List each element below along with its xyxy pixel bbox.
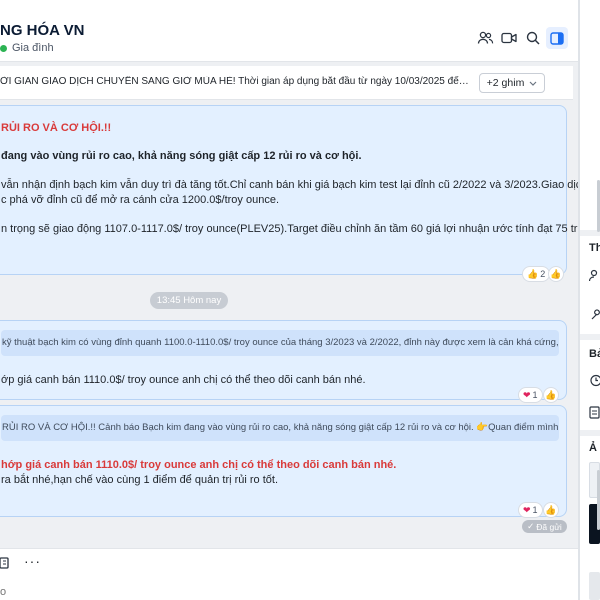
- link-icon[interactable]: [589, 309, 600, 322]
- message-input[interactable]: [0, 585, 540, 599]
- sent-status-label: Đã gửi: [536, 521, 562, 532]
- time-separator: 13:45 Hôm nay: [150, 292, 228, 309]
- thumbs-up-emoji-icon: 👍: [527, 268, 539, 279]
- reaction-summary[interactable]: ❤ 1: [518, 502, 543, 518]
- check-icon: ✓: [527, 521, 535, 531]
- quoted-message[interactable]: RỦI RO VÀ CƠ HỘI.!! Cảnh báo Bạch kim đa…: [1, 415, 559, 441]
- quoted-message[interactable]: kỹ thuật bạch kim có vùng đỉnh quanh 110…: [1, 330, 559, 356]
- panel-section-separator: [580, 430, 600, 436]
- sent-status-badge: ✓ Đã gửi: [522, 520, 567, 533]
- pinned-message-text[interactable]: ỜI GIAN GIAO DỊCH CHUYỂN SANG GIỜ MÙA HÈ…: [0, 76, 470, 87]
- reaction-count: 1: [532, 505, 538, 515]
- message-bold-line: đang vào vùng rủi ro cao, khả năng sóng …: [1, 150, 362, 162]
- message-bubble[interactable]: kỹ thuật bạch kim có vùng đỉnh quanh 110…: [0, 320, 567, 403]
- more-options-button[interactable]: ···: [24, 553, 41, 569]
- more-pins-label: +2 ghim: [486, 77, 525, 89]
- video-call-icon[interactable]: [500, 29, 518, 47]
- clock-icon[interactable]: [589, 374, 600, 387]
- more-pins-button[interactable]: +2 ghim: [479, 73, 545, 93]
- online-status-dot: [0, 44, 7, 52]
- panel-section-separator: [580, 334, 600, 340]
- chat-header: NG HÓA VN Gia đình: [0, 0, 578, 62]
- reaction-count: 1: [532, 390, 538, 400]
- heart-emoji-icon: ❤: [523, 504, 531, 515]
- message-text-line: c phá vỡ đỉnh cũ để mở ra cánh cửa 1200.…: [1, 194, 280, 206]
- conversation-title[interactable]: NG HÓA VN: [0, 22, 84, 39]
- heart-emoji-icon: ❤: [523, 389, 531, 400]
- message-text-line: n trọng sẽ giao động 1107.0-1117.0$/ tro…: [1, 223, 600, 235]
- chevron-down-icon: [529, 81, 537, 86]
- group-icon[interactable]: [476, 29, 494, 47]
- note-icon[interactable]: [589, 406, 600, 419]
- thumbs-up-icon: 👍: [545, 389, 557, 400]
- message-text-line: ớp giá canh bán 1110.0$/ troy ounce anh …: [1, 374, 366, 386]
- pinned-message-bar[interactable]: ỜI GIAN GIAO DỊCH CHUYỂN SANG GIỜ MÙA HÈ…: [0, 66, 573, 100]
- message-bubble[interactable]: RỦI RO VÀ CƠ HỘI.!! đang vào vùng rủi ro…: [0, 105, 600, 282]
- add-reaction-button[interactable]: 👍: [543, 387, 559, 403]
- panel-section-heading[interactable]: Th: [589, 242, 600, 254]
- reaction-count: 2: [540, 269, 546, 279]
- message-highlight-line: hớp giá canh bán 1110.0$/ troy ounce anh…: [1, 459, 397, 471]
- members-icon[interactable]: [589, 269, 600, 282]
- reaction-summary[interactable]: 👍 2: [522, 266, 551, 282]
- add-reaction-button[interactable]: 👍: [548, 266, 564, 282]
- search-icon[interactable]: [524, 29, 542, 47]
- reaction-summary[interactable]: ❤ 1: [518, 387, 543, 403]
- message-text-line: ra bắt nhé,hạn chế vào cùng 1 điểm để qu…: [1, 474, 279, 486]
- conversation-type-label: Gia đình: [12, 42, 54, 54]
- thumbs-up-icon: 👍: [550, 268, 562, 279]
- sidebar-toggle-icon[interactable]: [546, 27, 568, 49]
- conversation-subtitle: Gia đình: [0, 42, 54, 54]
- message-heading: RỦI RO VÀ CƠ HỘI.!!: [1, 122, 112, 134]
- thumbs-up-icon: 👍: [545, 504, 557, 515]
- panel-section-heading[interactable]: Bả: [589, 348, 600, 360]
- media-thumbnail[interactable]: [589, 572, 600, 600]
- message-composer: ···: [0, 548, 578, 600]
- attachment-icon[interactable]: [0, 557, 10, 569]
- message-text-line: vẫn nhận định bạch kim vẫn duy trì đà tă…: [1, 179, 588, 191]
- message-bubble[interactable]: RỦI RO VÀ CƠ HỘI.!! Cảnh báo Bạch kim đa…: [0, 405, 567, 518]
- add-reaction-button[interactable]: 👍: [543, 502, 559, 518]
- panel-section-heading[interactable]: Ả: [589, 442, 597, 454]
